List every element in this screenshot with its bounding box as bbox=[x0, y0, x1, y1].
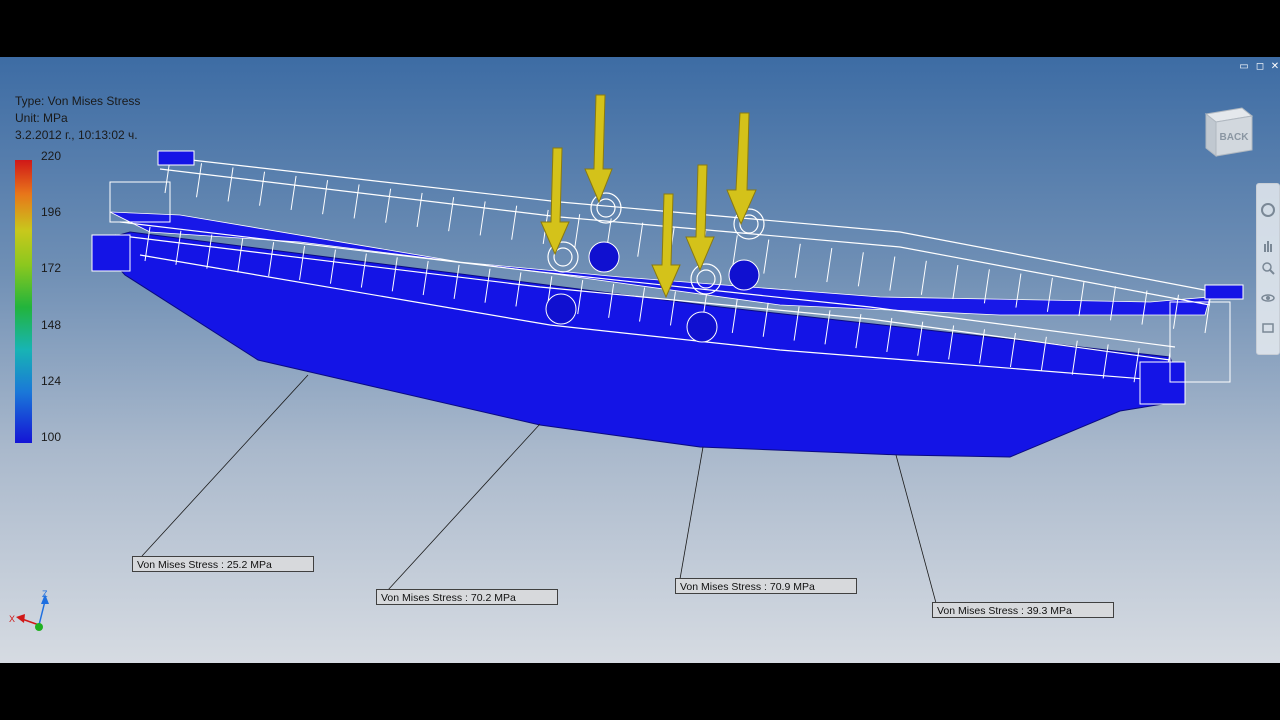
navigation-bar bbox=[1256, 183, 1280, 355]
stiffener-line bbox=[448, 197, 455, 232]
stiffener-line bbox=[920, 260, 927, 295]
load-arrow bbox=[584, 94, 613, 204]
axis-z-label: Z bbox=[42, 589, 48, 599]
load-arrow bbox=[726, 112, 757, 226]
stiffener-line bbox=[794, 243, 801, 278]
axis-triad bbox=[16, 594, 49, 631]
stiffener-line bbox=[322, 180, 329, 215]
stiffener-line bbox=[857, 252, 864, 287]
stiffener-line bbox=[479, 201, 486, 236]
stiffener-line bbox=[353, 184, 360, 219]
main-girder bbox=[94, 231, 1181, 458]
stiffener-line bbox=[889, 256, 896, 291]
steering-wheel-icon[interactable] bbox=[1260, 202, 1276, 218]
load-arrow bbox=[685, 164, 715, 272]
probe-label[interactable]: Von Mises Stress : 25.2 MPa bbox=[132, 556, 314, 572]
stiffener-line bbox=[290, 175, 297, 211]
zoom-icon[interactable] bbox=[1260, 260, 1276, 276]
load-arrows bbox=[540, 94, 757, 299]
stiffener-line bbox=[637, 222, 644, 257]
look-at-icon[interactable] bbox=[1260, 320, 1276, 336]
stiffener-line bbox=[952, 264, 959, 300]
stiffener-line bbox=[574, 214, 581, 249]
stiffener-line bbox=[983, 269, 990, 304]
probe-label[interactable]: Von Mises Stress : 70.2 MPa bbox=[376, 589, 558, 605]
load-arrow bbox=[540, 147, 570, 256]
axis-x-label: X bbox=[9, 614, 15, 624]
stiffener-line bbox=[227, 167, 234, 202]
viewcube[interactable]: BACK bbox=[1202, 104, 1254, 158]
stiffener-line bbox=[416, 192, 423, 228]
stiffener-line bbox=[196, 163, 203, 198]
graphics-viewport[interactable]: ▭ ◻ ✕ Type: Von Mises Stress Unit: MPa 3… bbox=[0, 57, 1280, 663]
stiffener-line bbox=[826, 248, 833, 283]
probe-label[interactable]: Von Mises Stress : 70.9 MPa bbox=[675, 578, 857, 594]
pan-icon[interactable] bbox=[1260, 238, 1276, 254]
stiffener-line bbox=[259, 171, 266, 206]
stiffener-line bbox=[385, 188, 392, 223]
viewcube-face-label: BACK bbox=[1220, 132, 1250, 143]
probe-label[interactable]: Von Mises Stress : 39.3 MPa bbox=[932, 602, 1114, 618]
stiffener-line bbox=[763, 239, 770, 274]
orbit-icon[interactable] bbox=[1260, 290, 1276, 306]
